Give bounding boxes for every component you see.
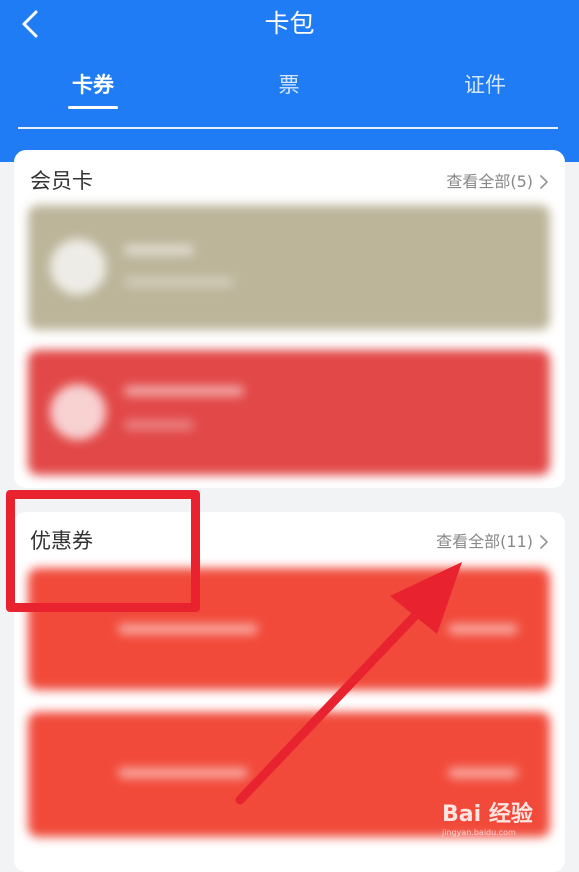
baidu-jingyan-watermark: Bai 经验 jingyan.baidu.com bbox=[442, 802, 572, 852]
header-bar: 卡包 卡券 票 证件 bbox=[0, 0, 579, 162]
member-card[interactable] bbox=[28, 350, 550, 475]
tab-tickets[interactable]: 票 bbox=[254, 70, 324, 100]
tab-coupons[interactable]: 卡券 bbox=[58, 70, 128, 100]
card-logo bbox=[50, 239, 106, 295]
watermark-brand: Bai 经验 bbox=[442, 802, 533, 827]
chevron-right-icon bbox=[540, 175, 548, 189]
coupon-value-bar bbox=[448, 768, 518, 778]
watermark-url: jingyan.baidu.com bbox=[442, 828, 516, 837]
chevron-right-icon bbox=[540, 535, 548, 549]
page-title: 卡包 bbox=[264, 9, 315, 38]
member-cards-view-all[interactable]: 查看全部(5) bbox=[446, 170, 549, 194]
member-cards-title: 会员卡 bbox=[30, 169, 93, 193]
view-all-label: 查看全部(11) bbox=[436, 532, 533, 551]
member-card[interactable] bbox=[28, 205, 550, 330]
active-tab-indicator bbox=[68, 106, 118, 109]
card-detail-bar bbox=[124, 420, 194, 430]
coupon-title-bar bbox=[118, 624, 258, 634]
annotation-highlight-box bbox=[6, 490, 200, 612]
card-name-bar bbox=[124, 386, 244, 396]
coupon-value-bar bbox=[448, 624, 518, 634]
view-all-label: 查看全部(5) bbox=[446, 172, 533, 191]
coupon-title-bar bbox=[118, 768, 248, 778]
tab-documents[interactable]: 证件 bbox=[450, 70, 520, 100]
card-detail-bar bbox=[124, 277, 234, 287]
card-name-bar bbox=[124, 245, 194, 255]
tab-bar: 卡券 票 证件 bbox=[0, 70, 579, 110]
card-logo bbox=[50, 384, 106, 440]
coupons-view-all[interactable]: 查看全部(11) bbox=[436, 530, 549, 554]
tabs-divider bbox=[18, 127, 558, 129]
